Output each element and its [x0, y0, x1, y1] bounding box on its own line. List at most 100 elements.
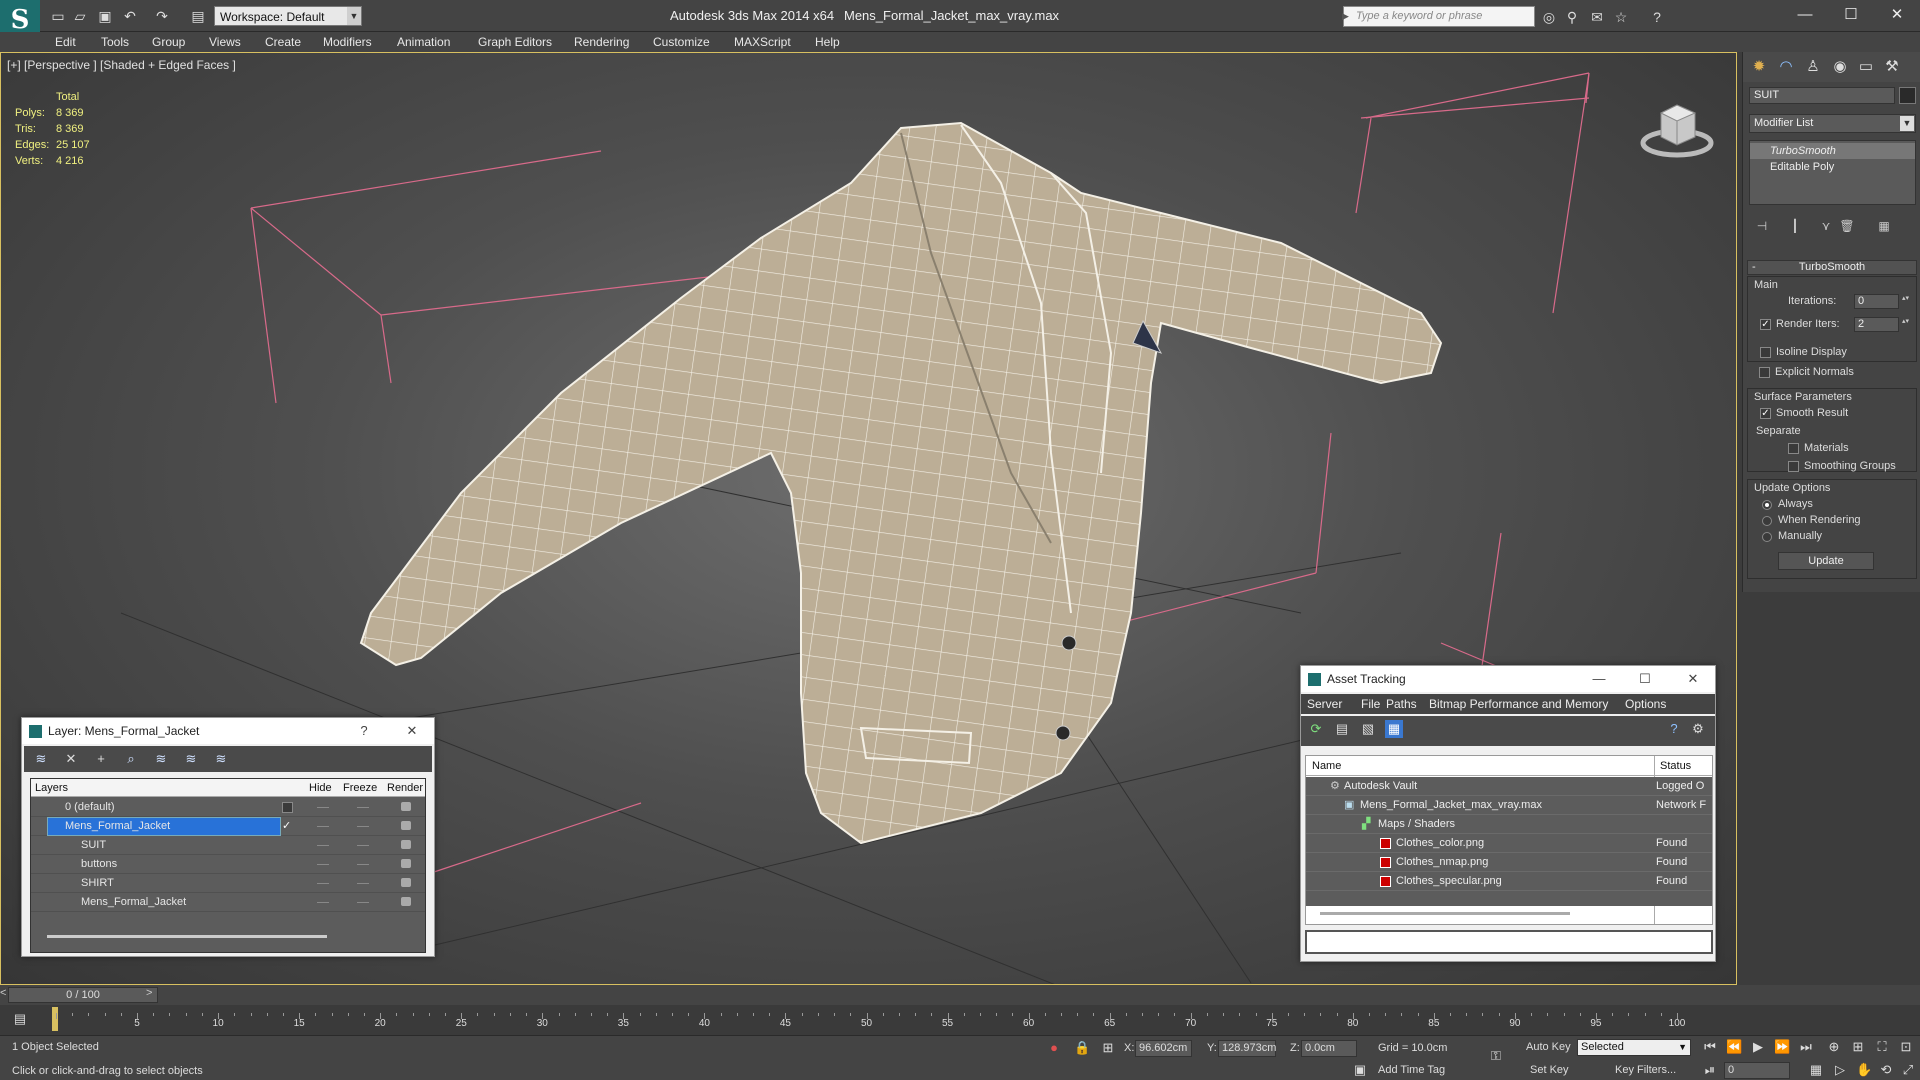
stack-item-turbosmooth[interactable]: TurboSmooth [1750, 143, 1915, 159]
refresh-icon[interactable]: ⟳ [1307, 720, 1325, 738]
maximize-viewport-icon[interactable]: ⤢ [1900, 1062, 1916, 1078]
hide-toggle[interactable] [317, 902, 329, 903]
menu-group[interactable]: Group [152, 35, 185, 49]
menu-help[interactable]: Help [815, 35, 840, 49]
maximize-icon[interactable]: ☐ [1836, 4, 1866, 26]
set-key-icon[interactable]: ⚿ [1488, 1048, 1504, 1064]
close-icon[interactable]: ✕ [1882, 4, 1912, 26]
explicit-normals-checkbox[interactable] [1759, 367, 1770, 378]
motion-tab-icon[interactable]: ◉ [1829, 56, 1851, 78]
add-time-tag[interactable]: Add Time Tag [1378, 1064, 1445, 1076]
binoculars-icon[interactable]: ◎ [1540, 8, 1558, 26]
current-layer-box[interactable] [282, 802, 293, 813]
current-frame-field[interactable]: 0 [1724, 1062, 1790, 1079]
asset-row[interactable]: Clothes_color.png Found [1306, 834, 1712, 853]
minimize-icon[interactable]: — [1790, 4, 1820, 26]
column-name[interactable]: Name [1312, 760, 1341, 772]
field-of-view-icon[interactable]: ▷ [1832, 1062, 1848, 1078]
search-input[interactable]: Type a keyword or phrase [1342, 6, 1535, 27]
zoom-icon[interactable]: ⊕ [1826, 1039, 1842, 1055]
next-frame-icon[interactable]: ⏩ [1774, 1039, 1790, 1055]
layer-row[interactable]: 0 (default) [31, 798, 425, 817]
layer-row[interactable]: SHIRT [31, 874, 425, 893]
selection-set-dropdown[interactable]: Selected ▼ [1577, 1039, 1691, 1056]
render-teapot-icon[interactable] [401, 840, 411, 849]
time-tag-icon[interactable]: ▣ [1352, 1062, 1368, 1078]
open-file-icon[interactable]: ▱ [70, 6, 90, 26]
pin-stack-icon[interactable]: ⊣ [1753, 217, 1771, 235]
modifier-list-dropdown[interactable]: Modifier List ▼ [1749, 114, 1916, 133]
curve-editor-icon[interactable]: ▤ [12, 1011, 28, 1027]
materials-checkbox[interactable] [1788, 443, 1799, 454]
project-folder-icon[interactable]: ▤ [188, 6, 208, 26]
isoline-display-checkbox[interactable] [1760, 347, 1771, 358]
close-icon[interactable]: ✕ [1681, 668, 1705, 690]
list-view-icon[interactable]: ▤ [1333, 720, 1351, 738]
pan-view-icon[interactable]: ✋ [1856, 1062, 1872, 1078]
menu-rendering[interactable]: Rendering [574, 35, 629, 49]
table-view-icon[interactable]: ▦ [1385, 720, 1403, 738]
display-tab-icon[interactable]: ▭ [1855, 56, 1877, 78]
layer-row[interactable]: SUIT [31, 836, 425, 855]
x-coordinate[interactable]: 96.602cm [1135, 1040, 1192, 1057]
thumbnail-view-icon[interactable]: ▧ [1359, 720, 1377, 738]
minimize-icon[interactable]: — [1587, 668, 1611, 690]
asset-row[interactable]: ▣ Mens_Formal_Jacket_max_vray.max Network … [1306, 796, 1712, 815]
create-layer-icon[interactable]: ≋ [32, 750, 50, 768]
render-iters-spinner[interactable]: 2 [1854, 317, 1908, 332]
isolate-icon[interactable]: ● [1046, 1040, 1062, 1056]
track-bar[interactable]: ▤ 5 10 15 20 25 30 35 40 45 50 55 60 65 70 75 80 85 90 95 1… [0, 1005, 1920, 1035]
configure-sets-icon[interactable]: ▦ [1875, 217, 1893, 235]
menu-edit[interactable]: Edit [55, 35, 76, 49]
subscription-icon[interactable]: ⚲ [1563, 8, 1581, 26]
freeze-all-icon[interactable]: ≋ [212, 750, 230, 768]
column-layers[interactable]: Layers [35, 782, 68, 794]
help-button[interactable]: ? [352, 720, 376, 742]
hide-toggle[interactable] [317, 826, 329, 827]
asset-tracking-titlebar[interactable]: Asset Tracking — ☐ ✕ [1301, 666, 1715, 692]
layer-row[interactable]: buttons [31, 855, 425, 874]
object-color-swatch[interactable] [1899, 87, 1916, 104]
workspace-dropdown[interactable]: Workspace: Default ▼ [214, 6, 362, 26]
hide-toggle[interactable] [317, 883, 329, 884]
undo-icon[interactable]: ↶ [120, 6, 140, 26]
menu-modifiers[interactable]: Modifiers [323, 35, 372, 49]
freeze-toggle[interactable] [357, 826, 369, 827]
menu-file[interactable]: File [1361, 697, 1380, 711]
communication-icon[interactable]: ✉ [1588, 8, 1606, 26]
maximize-icon[interactable]: ☐ [1633, 668, 1657, 690]
save-file-icon[interactable]: ▣ [95, 6, 115, 26]
update-button[interactable]: Update [1778, 552, 1874, 570]
zoom-all-icon[interactable]: ⊞ [1850, 1039, 1866, 1055]
menu-bitmap-performance[interactable]: Bitmap Performance and Memory [1429, 697, 1608, 711]
menu-paths[interactable]: Paths [1386, 697, 1417, 711]
menu-views[interactable]: Views [209, 35, 241, 49]
menu-animation[interactable]: Animation [397, 35, 450, 49]
hierarchy-tab-icon[interactable]: ♙ [1802, 56, 1824, 78]
menu-tools[interactable]: Tools [101, 35, 129, 49]
hide-toggle[interactable] [317, 864, 329, 865]
close-icon[interactable]: ✕ [400, 720, 424, 742]
utilities-tab-icon[interactable]: ⚒ [1881, 56, 1903, 78]
freeze-toggle[interactable] [357, 864, 369, 865]
go-to-end-icon[interactable]: ⏭ [1798, 1039, 1814, 1055]
asset-row[interactable]: ⚙ Autodesk Vault Logged O [1306, 777, 1712, 796]
menu-customize[interactable]: Customize [653, 35, 710, 49]
go-to-start-icon[interactable]: ⏮ [1702, 1039, 1718, 1055]
viewport-label[interactable]: [+] [Perspective ] [Shaded + Edged Faces… [7, 58, 236, 72]
key-filters-button[interactable]: Key Filters... [1615, 1064, 1676, 1076]
freeze-toggle[interactable] [357, 807, 369, 808]
render-teapot-icon[interactable] [401, 897, 411, 906]
time-configuration-icon[interactable]: ▦ [1808, 1062, 1824, 1078]
when-rendering-radio[interactable] [1762, 516, 1772, 526]
render-teapot-icon[interactable] [401, 802, 411, 811]
hide-toggle[interactable] [317, 807, 329, 808]
highlight-layer-icon[interactable]: ≋ [152, 750, 170, 768]
create-tab-icon[interactable]: ✹ [1748, 56, 1770, 78]
column-status[interactable]: Status [1660, 760, 1691, 772]
iterations-spinner[interactable]: 0 [1854, 294, 1908, 309]
show-end-result-icon[interactable]: ┃ [1786, 217, 1804, 235]
render-iters-checkbox[interactable]: ✓ [1760, 319, 1771, 330]
previous-frame-icon[interactable]: ⏪ [1726, 1039, 1742, 1055]
smooth-result-checkbox[interactable]: ✓ [1760, 408, 1771, 419]
